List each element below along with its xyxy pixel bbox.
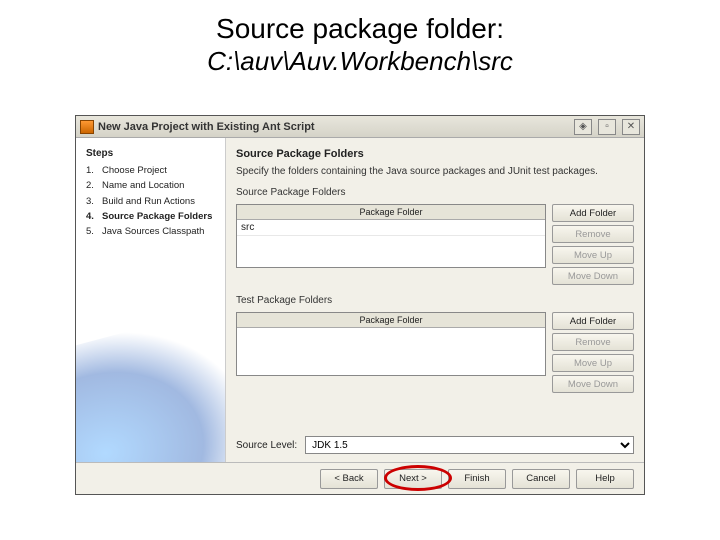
dialog-footer: < Back Next > Finish Cancel Help xyxy=(76,462,644,494)
step-item: 1.Choose Project xyxy=(86,165,215,177)
app-icon xyxy=(80,120,94,134)
move-down-test-button[interactable]: Move Down xyxy=(552,375,634,393)
maximize-button[interactable]: ▫ xyxy=(598,119,616,135)
source-folders-label: Source Package Folders xyxy=(236,187,634,198)
minimize-button[interactable]: ◈ xyxy=(574,119,592,135)
main-panel: Source Package Folders Specify the folde… xyxy=(226,138,644,462)
test-folders-col-header: Package Folder xyxy=(237,313,545,328)
remove-test-folder-button[interactable]: Remove xyxy=(552,333,634,351)
add-source-folder-button[interactable]: Add Folder xyxy=(552,204,634,222)
move-up-test-button[interactable]: Move Up xyxy=(552,354,634,372)
test-folders-label: Test Package Folders xyxy=(236,295,634,306)
dialog-title: New Java Project with Existing Ant Scrip… xyxy=(98,121,570,133)
step-item-active: 4.Source Package Folders xyxy=(86,211,215,223)
steps-list: 1.Choose Project 2.Name and Location 3.B… xyxy=(86,165,215,239)
slide-title: Source package folder: xyxy=(0,0,720,46)
titlebar: New Java Project with Existing Ant Scrip… xyxy=(76,116,644,138)
move-down-source-button[interactable]: Move Down xyxy=(552,267,634,285)
add-test-folder-button[interactable]: Add Folder xyxy=(552,312,634,330)
back-button[interactable]: < Back xyxy=(320,469,378,489)
wizard-dialog: New Java Project with Existing Ant Scrip… xyxy=(75,115,645,495)
source-level-select[interactable]: JDK 1.5 xyxy=(305,436,634,454)
step-item: 3.Build and Run Actions xyxy=(86,196,215,208)
source-folders-list[interactable]: Package Folder src xyxy=(236,204,546,268)
decorative-swoosh xyxy=(76,309,226,462)
step-item: 5.Java Sources Classpath xyxy=(86,226,215,238)
main-description: Specify the folders containing the Java … xyxy=(236,166,634,177)
test-folders-list[interactable]: Package Folder xyxy=(236,312,546,376)
steps-header: Steps xyxy=(86,148,215,159)
remove-source-folder-button[interactable]: Remove xyxy=(552,225,634,243)
main-heading: Source Package Folders xyxy=(236,148,634,160)
close-button[interactable]: ✕ xyxy=(622,119,640,135)
move-up-source-button[interactable]: Move Up xyxy=(552,246,634,264)
source-folder-row[interactable]: src xyxy=(237,220,545,236)
help-button[interactable]: Help xyxy=(576,469,634,489)
next-button[interactable]: Next > xyxy=(384,469,442,489)
source-level-label: Source Level: xyxy=(236,440,297,451)
step-item: 2.Name and Location xyxy=(86,180,215,192)
finish-button[interactable]: Finish xyxy=(448,469,506,489)
source-folders-col-header: Package Folder xyxy=(237,205,545,220)
cancel-button[interactable]: Cancel xyxy=(512,469,570,489)
slide-subtitle: C:\auv\Auv.Workbench\src xyxy=(0,46,720,87)
steps-panel: Steps 1.Choose Project 2.Name and Locati… xyxy=(76,138,226,462)
